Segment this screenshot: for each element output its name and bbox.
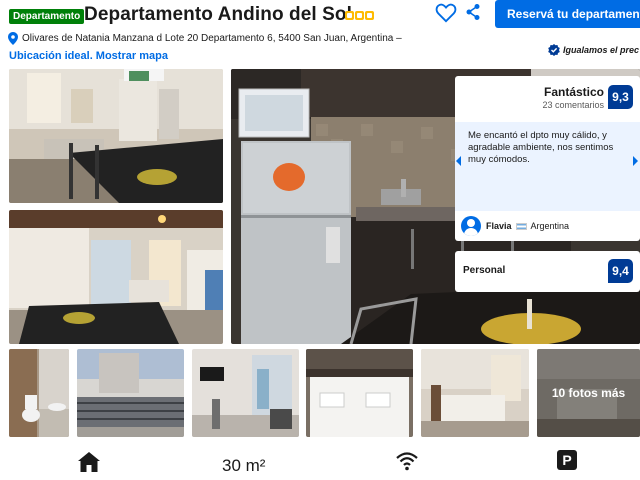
heart-icon bbox=[435, 3, 457, 23]
photo-living-dining[interactable] bbox=[9, 69, 223, 203]
thumbnail-bed-towels[interactable] bbox=[306, 349, 413, 437]
star-icon bbox=[355, 11, 364, 20]
price-match: Igualamos el prec bbox=[548, 44, 639, 56]
bathroom-image bbox=[9, 349, 69, 437]
facilities-bar: 30 m² P bbox=[0, 444, 640, 480]
star-icon bbox=[365, 11, 374, 20]
location-pin-icon bbox=[8, 31, 18, 45]
review-card[interactable]: Fantástico 23 comentarios 9,3 Me encantó… bbox=[455, 76, 640, 241]
reviewer-name: Flavia bbox=[486, 221, 512, 231]
thumbnail-bathroom[interactable] bbox=[9, 349, 69, 437]
property-header: Departamento Departamento Andino del Sol… bbox=[0, 0, 640, 34]
reviewer-country: Argentina bbox=[530, 221, 570, 231]
reviewer-info: Flavia Argentina bbox=[461, 216, 569, 236]
argentina-flag-icon bbox=[515, 222, 527, 230]
exterior-image bbox=[77, 349, 184, 437]
show-map-link[interactable]: Ubicación ideal. Mostrar mapa bbox=[9, 50, 168, 62]
score-header: Fantástico 23 comentarios 9,3 bbox=[455, 76, 640, 116]
share-icon bbox=[466, 4, 480, 20]
map-link-row: Ubicación ideal. Mostrar mapa bbox=[9, 50, 168, 62]
property-type-badge: Departamento bbox=[9, 9, 85, 24]
photo-bedroom-living[interactable] bbox=[9, 210, 223, 344]
apartment-size: 30 m² bbox=[222, 456, 266, 475]
parking-icon: P bbox=[557, 450, 577, 470]
address-row: Olivares de Natania Manzana d Lote 20 De… bbox=[8, 30, 402, 46]
living-dining-image bbox=[9, 69, 223, 203]
price-match-text: Igualamos el prec bbox=[563, 45, 640, 55]
review-count: 23 comentarios bbox=[542, 100, 604, 110]
star-icon bbox=[345, 11, 354, 20]
bedroom-image bbox=[421, 349, 529, 437]
check-badge-icon bbox=[548, 44, 560, 56]
review-quote: Me encantó el dpto muy cálido, y agradab… bbox=[468, 130, 614, 165]
review-quote-box: Me encantó el dpto muy cálido, y agradab… bbox=[455, 122, 640, 211]
bed-towels-image bbox=[306, 349, 413, 437]
reviewer-avatar bbox=[461, 216, 481, 236]
living-tv-image bbox=[192, 349, 299, 437]
wifi-icon bbox=[396, 452, 418, 471]
thumbnail-living-tv[interactable] bbox=[192, 349, 299, 437]
staff-score-card[interactable]: Personal 9,4 bbox=[455, 251, 640, 292]
star-rating bbox=[345, 11, 374, 20]
thumbnail-exterior[interactable] bbox=[77, 349, 184, 437]
save-favorite-button[interactable] bbox=[435, 3, 457, 23]
home-icon bbox=[78, 452, 100, 472]
review-score-badge: 9,3 bbox=[608, 85, 633, 109]
thumbnail-bedroom[interactable] bbox=[421, 349, 529, 437]
property-address: Olivares de Natania Manzana d Lote 20 De… bbox=[22, 32, 402, 44]
bedroom-living-image bbox=[9, 210, 223, 344]
staff-label: Personal bbox=[463, 265, 506, 276]
next-review-arrow-icon[interactable] bbox=[633, 156, 638, 166]
share-button[interactable] bbox=[465, 3, 481, 21]
thumbnail-more-photos[interactable]: 10 fotos más bbox=[537, 349, 640, 437]
staff-score-badge: 9,4 bbox=[608, 259, 633, 283]
more-photos-overlay[interactable]: 10 fotos más bbox=[537, 349, 640, 437]
prev-review-arrow-icon[interactable] bbox=[456, 156, 461, 166]
property-title: Departamento Andino del Sol bbox=[84, 4, 353, 25]
reserve-button[interactable]: Reservá tu departamento bbox=[495, 0, 640, 28]
score-word: Fantástico bbox=[543, 85, 604, 99]
